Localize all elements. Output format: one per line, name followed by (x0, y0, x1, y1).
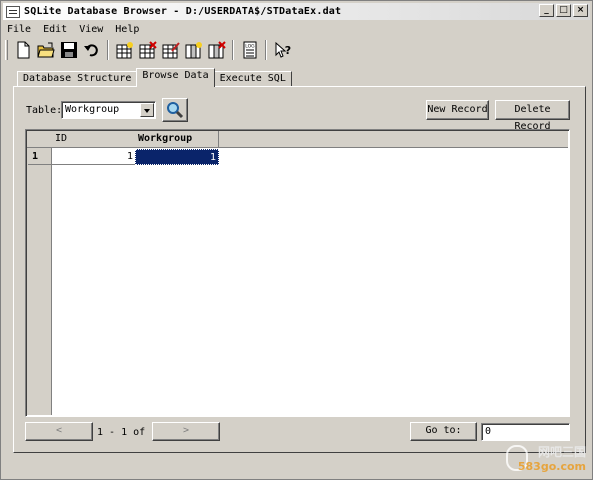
log-icon: LOG (243, 41, 256, 59)
delete-record-button[interactable]: Delete Record (495, 100, 570, 132)
app-menu-icon[interactable] (6, 5, 20, 18)
row-header[interactable]: 1 (28, 149, 52, 165)
open-folder-icon (36, 42, 55, 58)
watermark-domain: 583go.com (517, 460, 586, 473)
title-bar[interactable]: SQLite Database Browser - D:/USERDATA$/S… (3, 3, 590, 20)
maximize-button[interactable]: □ (556, 4, 571, 17)
undo-button[interactable] (80, 39, 103, 61)
menu-file[interactable]: File (5, 24, 33, 35)
close-button[interactable]: × (573, 4, 588, 17)
menu-view[interactable]: View (77, 24, 105, 35)
delete-table-icon (139, 41, 157, 59)
go-to-input[interactable]: 0 (481, 423, 570, 441)
log-button[interactable]: LOG (238, 39, 261, 61)
create-index-button[interactable] (182, 39, 205, 61)
svg-text:?: ? (284, 44, 290, 57)
delete-table-button[interactable] (136, 39, 159, 61)
minimize-button[interactable]: _ (539, 4, 554, 17)
watermark-text: 网吧三国 (537, 445, 586, 459)
create-index-icon (185, 42, 202, 59)
chevron-down-icon[interactable] (140, 103, 154, 117)
svg-text:LOG: LOG (245, 44, 255, 50)
column-header-workgroup[interactable]: Workgroup (135, 131, 219, 148)
table-label: Table: (26, 105, 63, 116)
search-icon (167, 102, 184, 119)
go-to-button[interactable]: Go to: (410, 422, 477, 441)
new-record-button[interactable]: New Record (426, 100, 489, 120)
delete-index-icon (208, 41, 226, 59)
undo-icon (83, 44, 98, 57)
open-button[interactable] (34, 39, 57, 61)
watermark: 网吧三国 583go.com (518, 443, 586, 473)
table-cell-selected[interactable]: 1 (135, 149, 219, 165)
app-window: SQLite Database Browser - D:/USERDATA$/S… (0, 0, 593, 480)
whats-this-button[interactable]: ? (271, 39, 294, 61)
previous-page-button[interactable]: < (25, 422, 93, 441)
record-range-label: 1 - 1 of 1 (97, 427, 158, 438)
create-table-button[interactable] (113, 39, 136, 61)
create-table-icon (116, 42, 133, 59)
modify-table-button[interactable] (159, 39, 182, 61)
menu-edit[interactable]: Edit (41, 24, 69, 35)
toolbar: LOG ? (5, 38, 294, 62)
tab-browse-data[interactable]: Browse Data (136, 68, 215, 87)
menu-help[interactable]: Help (113, 24, 141, 35)
data-grid[interactable]: ID Workgroup 1 1 1 (25, 129, 570, 417)
modify-table-icon (162, 42, 180, 59)
toolbar-grip[interactable] (5, 40, 8, 60)
tab-strip: Database Structure Browse Data Execute S… (17, 68, 292, 87)
window-title: SQLite Database Browser - D:/USERDATA$/S… (24, 6, 342, 17)
column-header-id[interactable]: ID (52, 131, 136, 148)
delete-index-button[interactable] (205, 39, 228, 61)
save-icon (60, 42, 77, 58)
menu-bar: File Edit View Help (5, 21, 149, 37)
tab-execute-sql[interactable]: Execute SQL (213, 71, 292, 87)
new-file-button[interactable] (11, 39, 34, 61)
whats-this-icon: ? (275, 41, 291, 58)
table-select[interactable]: Workgroup (61, 101, 156, 119)
table-cell[interactable]: 1 (52, 149, 136, 165)
save-button[interactable] (57, 39, 80, 61)
grid-row-header-bar (27, 131, 52, 415)
new-file-icon (17, 41, 29, 59)
table-select-value: Workgroup (65, 104, 120, 115)
grid-corner[interactable] (27, 131, 53, 148)
search-button[interactable] (162, 98, 188, 122)
tab-database-structure[interactable]: Database Structure (17, 71, 138, 87)
next-page-button[interactable]: > (152, 422, 220, 441)
